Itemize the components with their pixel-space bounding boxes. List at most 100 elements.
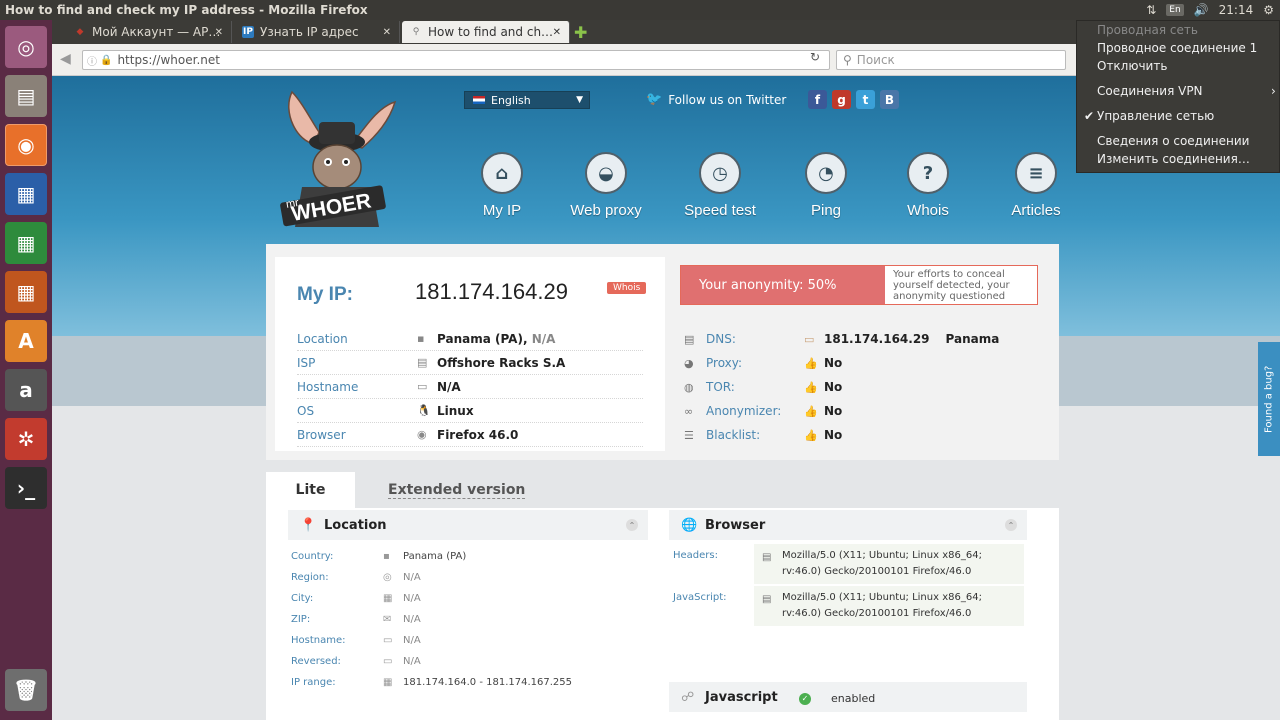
browser-panel-header[interactable]: 🌐 Browser ⌃ <box>669 510 1027 540</box>
ip-detail-key: OS <box>297 403 315 418</box>
keyboard-layout-indicator[interactable]: En <box>1166 4 1184 16</box>
location-row-icon: ▦ <box>383 676 393 688</box>
system-settings-icon[interactable]: ✲ <box>5 418 47 460</box>
volume-icon[interactable]: 🔊 <box>1194 3 1209 17</box>
location-row-key: IP range: <box>291 676 336 688</box>
search-input[interactable]: ⚲ Поиск <box>836 50 1066 70</box>
ip-detail-icon: ▭ <box>417 380 428 393</box>
new-tab-button[interactable]: ✚ <box>574 23 587 42</box>
ubuntu-dash-icon[interactable]: ◎ <box>5 26 47 68</box>
software-center-icon[interactable]: A <box>5 320 47 362</box>
network-menu-item-label: Сведения о соединении <box>1097 134 1250 148</box>
tab-extended-version[interactable]: Extended version <box>388 472 526 508</box>
ip-detail-row: Hostname ▭ N/A <box>297 375 643 399</box>
tab-ip-address[interactable]: IP Узнать IP адрес ✕ <box>234 21 400 43</box>
security-row-value: No <box>824 428 843 442</box>
ip-detail-icon: ▤ <box>417 356 428 369</box>
collapse-icon[interactable]: ⌃ <box>1005 519 1017 531</box>
firefox-icon[interactable]: ◉ <box>5 124 47 166</box>
reload-icon[interactable]: ↻ <box>810 50 820 64</box>
session-gear-icon[interactable]: ⚙ <box>1263 3 1274 17</box>
clock[interactable]: 21:14 <box>1219 3 1254 17</box>
headers-value-box: ▤ Mozilla/5.0 (X11; Ubuntu; Linux x86_64… <box>754 544 1024 584</box>
panel-indicators: ⇅ En 🔊 21:14 ⚙ <box>1146 0 1280 20</box>
security-row-icon: ◍ <box>684 380 694 394</box>
nav-web-proxy[interactable]: ◒ Web proxy <box>556 152 656 219</box>
calc-icon[interactable]: ▦ <box>5 222 47 264</box>
window-title: How to find and check my IP address - Mo… <box>5 3 368 17</box>
location-row-value: 181.174.164.0 - 181.174.167.255 <box>403 676 573 688</box>
facebook-icon[interactable]: f <box>808 90 827 109</box>
network-menu-item[interactable]: Отключить <box>1097 59 1167 73</box>
nav-speed-test[interactable]: ◷ Speed test <box>670 152 770 219</box>
nav-ping[interactable]: ◔ Ping <box>776 152 876 219</box>
tab-whoer[interactable]: ⚲ How to find and ch… ✕ <box>402 21 570 43</box>
security-row-value: 181.174.164.29 <box>824 332 930 346</box>
vk-icon[interactable]: B <box>880 90 899 109</box>
my-ip-value[interactable]: 181.174.164.29 <box>415 279 568 305</box>
network-icon[interactable]: ⇅ <box>1146 3 1156 17</box>
files-icon[interactable]: ▤ <box>5 75 47 117</box>
close-icon[interactable]: ✕ <box>215 27 223 38</box>
url-text: https://whoer.net <box>117 53 220 67</box>
network-menu-item[interactable]: Сведения о соединении <box>1097 134 1249 148</box>
close-icon[interactable]: ✕ <box>553 27 561 38</box>
nav-label: Web proxy <box>570 202 642 219</box>
ip-detail-icon: ◉ <box>417 428 427 441</box>
tab-account[interactable]: ◆ Мой Аккаунт — AP… ✕ <box>66 21 232 43</box>
security-row-icon: ☰ <box>684 428 694 442</box>
url-bar[interactable]: ⓘ 🔒 https://whoer.net <box>82 50 830 70</box>
speed-test-icon: ◷ <box>699 152 741 194</box>
security-row-icon: ∞ <box>684 404 694 418</box>
collapse-icon[interactable]: ⌃ <box>626 519 638 531</box>
browser-title: Browser <box>705 517 766 533</box>
ip-detail-key: ISP <box>297 355 316 370</box>
ip-detail-value-text: Panama (PA), <box>437 331 528 346</box>
ip-detail-value-text: N/A <box>437 379 461 394</box>
ip-detail-icon: 🐧 <box>417 404 431 417</box>
security-row-icon: ◕ <box>684 356 694 370</box>
writer-icon[interactable]: ▦ <box>5 173 47 215</box>
security-row: ◕ Proxy: 👍 No <box>684 351 1042 375</box>
nav-my-ip[interactable]: ⌂ My IP <box>452 152 552 219</box>
ip-detail-value: N/A <box>437 380 461 394</box>
javascript-ua-box: ▤ Mozilla/5.0 (X11; Ubuntu; Linux x86_64… <box>754 586 1024 626</box>
search-icon: ⚲ <box>843 53 852 67</box>
network-menu-item-label: Отключить <box>1097 59 1168 73</box>
google-plus-icon[interactable]: g <box>832 90 851 109</box>
trash-icon[interactable]: 🗑 <box>5 669 47 711</box>
terminal-icon[interactable]: ›_ <box>5 467 47 509</box>
javascript-icon: ☍ <box>681 689 695 705</box>
location-row-key: Region: <box>291 571 329 583</box>
info-icon[interactable]: ⓘ <box>87 53 97 68</box>
ip-detail-value-text: Linux <box>437 403 474 418</box>
amazon-icon[interactable]: a <box>5 369 47 411</box>
twitter-bird-icon: 🐦 <box>646 92 663 107</box>
network-menu-item[interactable]: Соединения VPN › <box>1097 84 1276 98</box>
whoer-logo[interactable]: WHOER mr. <box>267 82 397 232</box>
network-menu-item[interactable]: Изменить соединения… <box>1097 152 1250 166</box>
chevron-down-icon: ▼ <box>576 95 583 105</box>
twitter-follow-label: Follow us on Twitter <box>668 92 787 107</box>
language-select[interactable]: English ▼ <box>464 91 590 109</box>
anonymity-note: Your efforts to conceal yourself detecte… <box>893 269 1010 302</box>
ip-detail-icon: ▪ <box>417 332 425 345</box>
found-a-bug-button[interactable]: Found a bug? <box>1258 342 1280 456</box>
twitter-icon[interactable]: t <box>856 90 875 109</box>
location-pin-icon: 📍 <box>300 517 317 533</box>
headers-value: Mozilla/5.0 (X11; Ubuntu; Linux x86_64; … <box>782 550 982 577</box>
twitter-follow-link[interactable]: 🐦 Follow us on Twitter <box>646 92 786 107</box>
nav-whois[interactable]: ? Whois <box>878 152 978 219</box>
tab-lite[interactable]: Lite <box>266 472 355 508</box>
location-row-icon: ▦ <box>383 592 393 604</box>
network-menu-item[interactable]: Проводное соединение 1 <box>1097 41 1257 55</box>
network-menu-item[interactable]: ✔ Управление сетью <box>1084 109 1214 123</box>
whois-button[interactable]: Whois <box>607 282 647 294</box>
location-panel-header[interactable]: 📍 Location ⌃ <box>288 510 648 540</box>
document-icon: ▤ <box>762 594 772 605</box>
close-icon[interactable]: ✕ <box>383 27 391 38</box>
impress-icon[interactable]: ▦ <box>5 271 47 313</box>
security-row-extra: Panama <box>945 332 1000 346</box>
back-button[interactable]: ◀ <box>60 51 78 69</box>
nav-articles[interactable]: ≡ Articles <box>986 152 1086 219</box>
